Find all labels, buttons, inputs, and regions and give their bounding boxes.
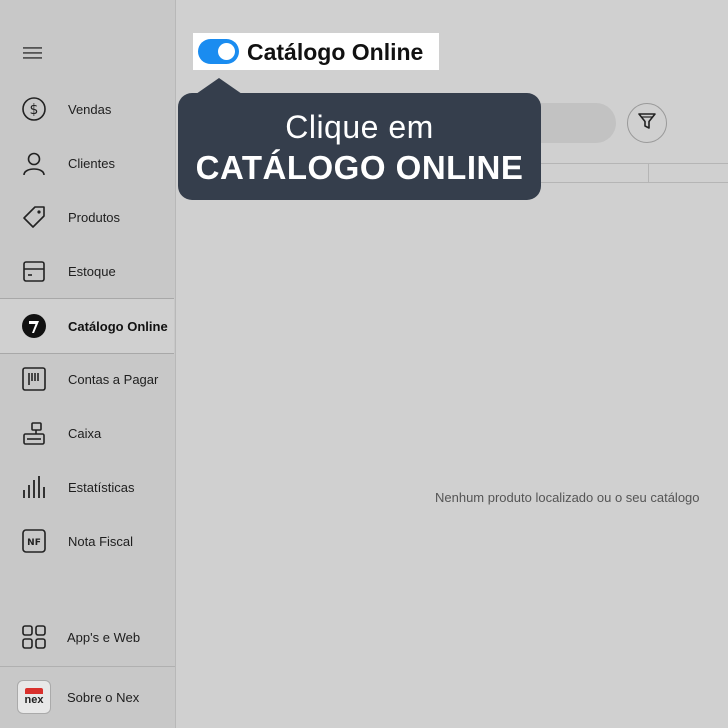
cash-register-icon xyxy=(20,419,48,447)
svg-text:$: $ xyxy=(30,102,39,118)
toggle-label: Catálogo Online xyxy=(247,39,424,65)
sidebar-item-produtos[interactable]: Produtos xyxy=(0,190,174,244)
sidebar-item-label: Sobre o Nex xyxy=(67,689,140,705)
sidebar: $ Vendas Clientes Produtos Estoque Catál… xyxy=(0,0,176,728)
table-column-divider xyxy=(648,163,649,183)
nex-logo: nex xyxy=(17,680,51,714)
tooltip-line1: Clique em xyxy=(285,109,434,145)
sidebar-item-label: Estatísticas xyxy=(68,479,135,495)
sidebar-item-label: Contas a Pagar xyxy=(68,371,159,387)
sidebar-item-estatisticas[interactable]: Estatísticas xyxy=(0,460,174,514)
sidebar-item-catalogo-online[interactable]: Catálogo Online xyxy=(0,298,174,354)
sidebar-item-caixa[interactable]: Caixa xyxy=(0,406,174,460)
toggle-switch[interactable] xyxy=(198,39,239,64)
svg-text:NF: NF xyxy=(27,538,41,548)
barcode-icon xyxy=(20,365,48,393)
tooltip: Clique em CATÁLOGO ONLINE xyxy=(178,93,541,200)
sidebar-item-estoque[interactable]: Estoque xyxy=(0,244,174,298)
sidebar-item-nota-fiscal[interactable]: NF Nota Fiscal xyxy=(0,514,174,568)
sidebar-item-label: Estoque xyxy=(68,263,116,279)
catalogo-online-toggle[interactable]: Catálogo Online xyxy=(193,33,439,70)
sidebar-item-label: Caixa xyxy=(68,425,102,441)
catalog-icon xyxy=(20,312,48,340)
sidebar-item-apps-e-web[interactable]: App's e Web xyxy=(0,610,174,664)
sidebar-item-label: Nota Fiscal xyxy=(68,533,134,549)
user-icon xyxy=(20,149,48,177)
apps-grid-icon xyxy=(20,623,48,651)
box-icon xyxy=(20,257,48,285)
sidebar-item-label: Vendas xyxy=(68,101,112,117)
filter-icon xyxy=(637,111,657,136)
sidebar-item-label: Catálogo Online xyxy=(68,318,168,334)
sidebar-divider xyxy=(0,666,175,667)
sidebar-item-label: App's e Web xyxy=(67,629,141,645)
sidebar-item-label: Clientes xyxy=(68,155,115,171)
sidebar-item-sobre-o-nex[interactable]: nex Sobre o Nex xyxy=(0,670,174,724)
sidebar-item-clientes[interactable]: Clientes xyxy=(0,136,174,190)
sidebar-item-contas-a-pagar[interactable]: Contas a Pagar xyxy=(0,352,174,406)
table-header-border-top xyxy=(540,163,728,164)
tag-icon xyxy=(20,203,48,231)
empty-state-message: Nenhum produto localizado ou o seu catál… xyxy=(435,490,700,505)
tooltip-arrow xyxy=(196,78,242,94)
table-header-border-bottom xyxy=(540,182,728,183)
filter-button[interactable] xyxy=(627,103,667,143)
sidebar-item-vendas[interactable]: $ Vendas xyxy=(0,82,174,136)
dollar-circle-icon: $ xyxy=(20,95,48,123)
bar-chart-icon xyxy=(20,473,48,501)
tooltip-line2: CATÁLOGO ONLINE xyxy=(195,149,524,186)
toggle-knob xyxy=(218,43,235,60)
hamburger-menu-icon[interactable] xyxy=(22,44,44,62)
nf-icon: NF xyxy=(20,527,48,555)
sidebar-item-label: Produtos xyxy=(68,209,121,225)
